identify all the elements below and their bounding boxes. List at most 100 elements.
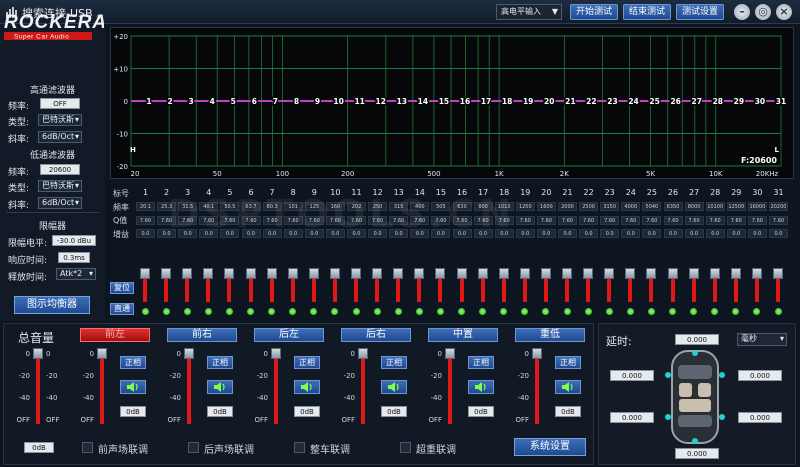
response-time-input[interactable]: 0.3ms (58, 252, 90, 263)
channel-gain-value[interactable]: 0dB (207, 406, 233, 417)
channel-fader-track[interactable] (100, 356, 104, 424)
channel-tab[interactable]: 后右 (341, 328, 411, 342)
band-q-input[interactable]: 7.60 (705, 215, 725, 225)
delay-bottom-right-input[interactable]: 0.000 (738, 412, 782, 423)
release-time-select[interactable]: Atk*2 ▾ (56, 268, 96, 280)
band-slider-track[interactable] (227, 278, 232, 302)
band-q-input[interactable]: 7.60 (136, 215, 155, 225)
band-freq-input[interactable]: 3150 (600, 202, 620, 211)
lp-freq-input[interactable]: 20600 (40, 164, 80, 175)
channel-tab[interactable]: 重低 (515, 328, 585, 342)
band-q-input[interactable]: 7.60 (769, 215, 788, 225)
band-gain-input[interactable]: 0.0 (600, 229, 620, 238)
band-gain-input[interactable]: 0.0 (726, 229, 746, 238)
band-freq-input[interactable]: 5040 (642, 202, 662, 211)
mute-button[interactable] (207, 380, 233, 394)
delay-unit-select[interactable]: 毫秒 ▾ (737, 333, 787, 346)
band-freq-input[interactable]: 2000 (558, 202, 577, 211)
band-enable-led[interactable] (162, 308, 170, 315)
hp-slope-select[interactable]: 6dB/Oct ▾ (38, 131, 82, 143)
band-slider-track[interactable] (311, 278, 316, 302)
band-gain-input[interactable]: 0.0 (621, 229, 641, 238)
channel-gain-value[interactable]: 0dB (120, 406, 146, 417)
band-gain-input[interactable]: 0.0 (747, 229, 767, 238)
phase-button[interactable]: 正相 (207, 356, 233, 369)
band-q-input[interactable]: 7.60 (621, 215, 641, 225)
band-q-input[interactable]: 7.60 (600, 215, 620, 225)
band-slider-thumb[interactable] (625, 268, 636, 279)
band-slider-track[interactable] (459, 278, 464, 302)
band-slider-thumb[interactable] (224, 268, 235, 279)
band-enable-led[interactable] (458, 308, 465, 315)
delay-left-input[interactable]: 0.000 (610, 370, 654, 381)
band-q-input[interactable]: 7.60 (747, 215, 767, 225)
band-enable-led[interactable] (774, 308, 782, 315)
band-slider-track[interactable] (691, 278, 696, 302)
band-gain-input[interactable]: 0.0 (579, 229, 599, 238)
band-slider-thumb[interactable] (203, 268, 214, 279)
channel-fader-thumb[interactable] (184, 348, 194, 359)
band-slider-track[interactable] (332, 278, 337, 302)
channel-fader-thumb[interactable] (271, 348, 281, 359)
reset-button[interactable]: 复位 (110, 282, 134, 294)
graphic-eq-button[interactable]: 图示均衡器 (14, 296, 90, 314)
band-slider-track[interactable] (480, 278, 485, 302)
band-slider-thumb[interactable] (393, 268, 404, 279)
band-gain-input[interactable]: 0.0 (515, 229, 535, 238)
band-slider-thumb[interactable] (435, 268, 446, 279)
band-slider-track[interactable] (269, 278, 274, 302)
band-enable-led[interactable] (268, 308, 276, 315)
channel-tab[interactable]: 后左 (254, 328, 324, 342)
band-slider-track[interactable] (164, 278, 169, 302)
band-enable-led[interactable] (331, 308, 339, 315)
phase-button[interactable]: 正相 (294, 356, 320, 369)
band-slider-track[interactable] (396, 278, 401, 302)
band-slider-thumb[interactable] (456, 268, 467, 279)
mute-button[interactable] (294, 380, 320, 394)
band-slider-track[interactable] (586, 278, 591, 302)
band-slider-thumb[interactable] (498, 268, 509, 279)
lp-type-select[interactable]: 巴特沃斯 ▾ (38, 180, 82, 192)
band-slider-thumb[interactable] (414, 268, 425, 279)
input-mode-select[interactable]: 高电平输入 ▼ (496, 4, 562, 20)
system-settings-button[interactable]: 系统设置 (514, 438, 586, 456)
band-slider-track[interactable] (543, 278, 548, 302)
start-test-button[interactable]: 开始测试 (570, 4, 618, 20)
band-enable-led[interactable] (669, 308, 676, 315)
band-enable-led[interactable] (479, 308, 487, 315)
band-slider-track[interactable] (712, 278, 717, 302)
band-slider-track[interactable] (628, 278, 633, 302)
band-enable-led[interactable] (204, 308, 212, 315)
hp-type-select[interactable]: 巴特沃斯 ▾ (38, 114, 82, 126)
band-enable-led[interactable] (225, 308, 233, 315)
band-enable-led[interactable] (542, 308, 550, 315)
channel-fader-track[interactable] (448, 356, 452, 424)
phase-button[interactable]: 正相 (381, 356, 407, 369)
band-slider-track[interactable] (290, 278, 295, 302)
band-enable-led[interactable] (141, 308, 149, 315)
channel-fader-thumb[interactable] (532, 348, 542, 359)
band-slider-thumb[interactable] (709, 268, 720, 279)
master-fader-track[interactable] (36, 356, 40, 424)
band-gain-input[interactable]: 0.0 (536, 229, 556, 238)
band-slider-thumb[interactable] (182, 268, 193, 279)
band-freq-input[interactable]: 20.1 (136, 202, 155, 211)
band-slider-thumb[interactable] (519, 268, 530, 279)
band-slider-track[interactable] (501, 278, 506, 302)
channel-tab[interactable]: 前左 (80, 328, 150, 342)
band-slider-track[interactable] (354, 278, 358, 302)
band-enable-led[interactable] (352, 308, 360, 315)
delay-bottom-input[interactable]: 0.000 (675, 448, 719, 459)
channel-tab[interactable]: 前右 (167, 328, 237, 342)
band-enable-led[interactable] (605, 308, 613, 315)
band-slider-thumb[interactable] (287, 268, 298, 279)
phase-button[interactable]: 正相 (555, 356, 581, 369)
band-freq-input[interactable]: 20200 (769, 202, 788, 211)
band-gain-input[interactable]: 0.0 (769, 229, 788, 238)
band-slider-thumb[interactable] (477, 268, 488, 279)
mute-button[interactable] (555, 380, 581, 394)
band-slider-thumb[interactable] (372, 268, 383, 279)
band-enable-led[interactable] (711, 308, 719, 315)
close-icon[interactable]: × (776, 4, 792, 20)
channel-fader-track[interactable] (535, 356, 539, 424)
